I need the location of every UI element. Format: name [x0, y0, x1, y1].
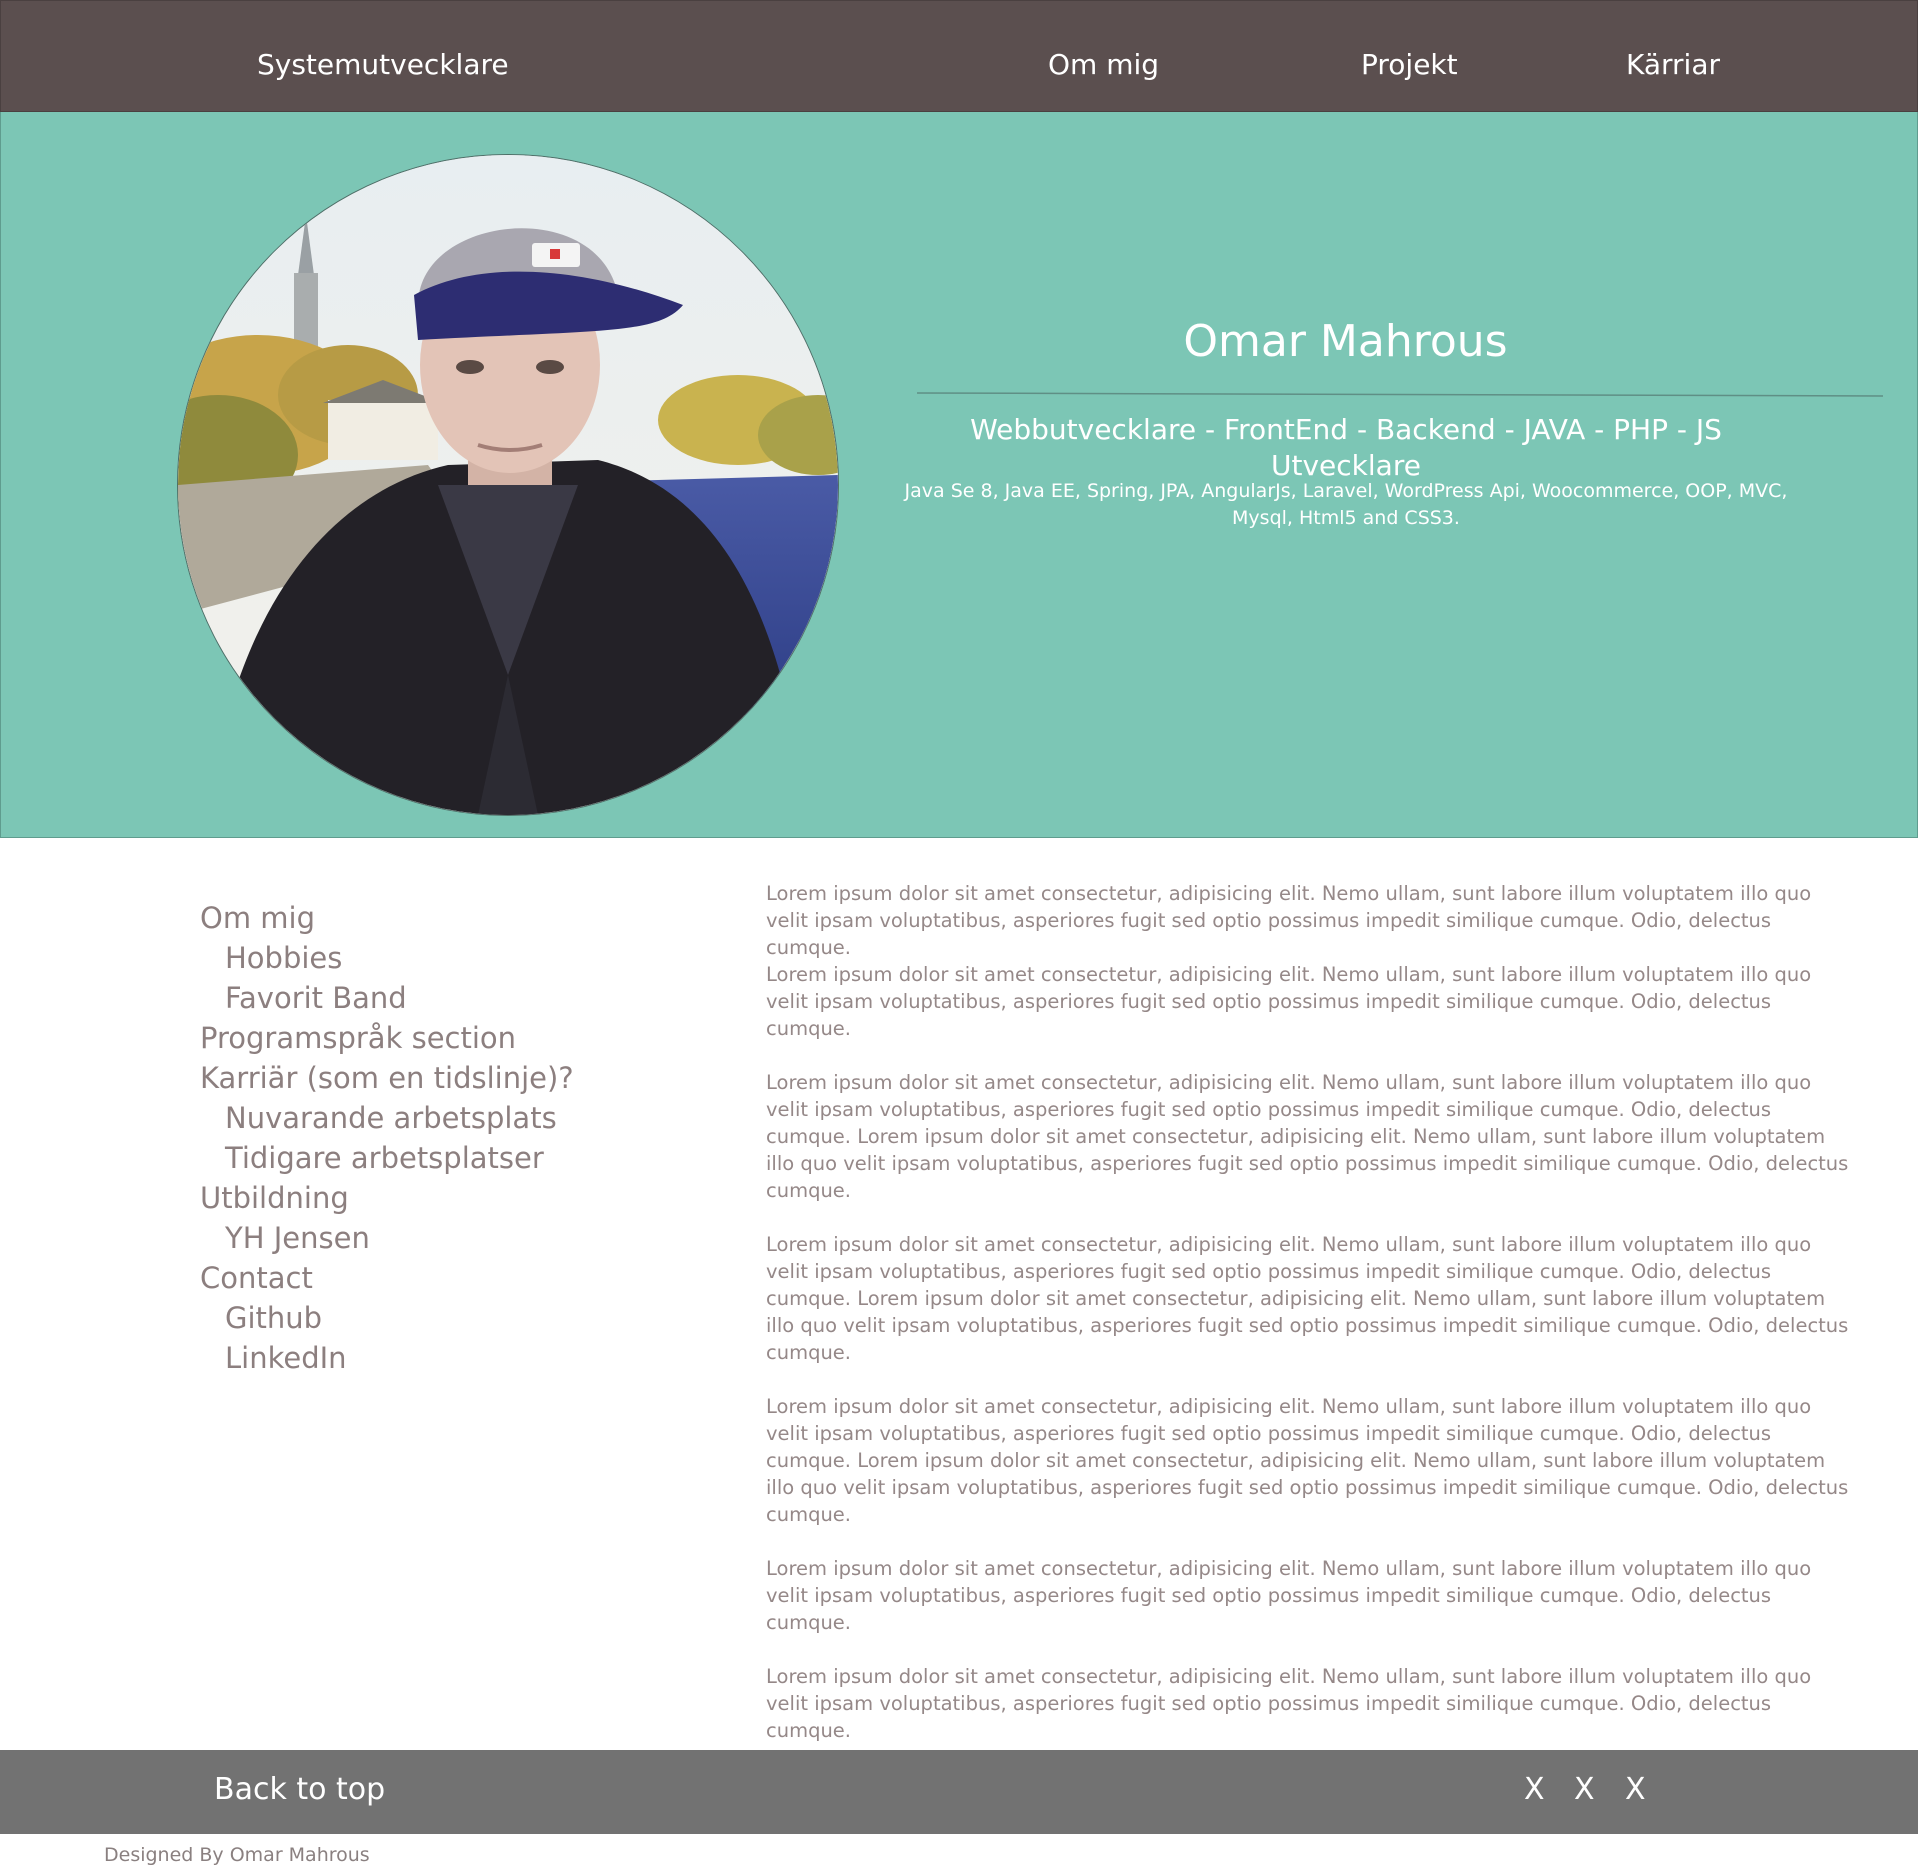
- content-paragraph: Lorem ipsum dolor sit amet consectetur, …: [766, 1557, 1812, 1634]
- sidebar-item-contact[interactable]: Contact: [200, 1258, 720, 1298]
- nav-link-om-mig[interactable]: Om mig: [1048, 47, 1159, 83]
- sidebar-item-om-mig[interactable]: Om mig: [200, 898, 720, 938]
- sidebar-item-linkedin[interactable]: LinkedIn: [200, 1338, 720, 1378]
- sidebar-item-github[interactable]: Github: [200, 1298, 720, 1338]
- social-link-3[interactable]: X: [1625, 1770, 1646, 1810]
- sidebar-item-utbildning[interactable]: Utbildning: [200, 1178, 720, 1218]
- content-paragraph: Lorem ipsum dolor sit amet consectetur, …: [766, 1233, 1849, 1364]
- hero-section: Omar Mahrous Webbutvecklare - FrontEnd -…: [0, 112, 1918, 838]
- hero-skills: Java Se 8, Java EE, Spring, JPA, Angular…: [904, 480, 1788, 529]
- sidebar-item-karriar[interactable]: Karriär (som en tidslinje)?: [200, 1058, 720, 1098]
- content-paragraph: Lorem ipsum dolor sit amet consectetur, …: [766, 882, 1812, 959]
- hero-roles: Webbutvecklare - FrontEnd - Backend - JA…: [970, 413, 1722, 482]
- content-paragraph: Lorem ipsum dolor sit amet consectetur, …: [766, 1395, 1849, 1526]
- content-paragraph: Lorem ipsum dolor sit amet consectetur, …: [766, 963, 1812, 1040]
- sidebar-item-programsprak[interactable]: Programspråk section: [200, 1018, 720, 1058]
- profile-photo: [177, 154, 839, 816]
- social-link-2[interactable]: X: [1574, 1770, 1595, 1810]
- social-link-1[interactable]: X: [1524, 1770, 1545, 1810]
- designer-credit: Designed By Omar Mahrous: [104, 1844, 370, 1866]
- sidebar-nav: Om mig Hobbies Favorit Band Programspråk…: [200, 898, 720, 1378]
- hero-divider: [917, 392, 1883, 397]
- footer-bar: Back to top X X X: [0, 1750, 1918, 1834]
- top-navbar: Systemutvecklare Om mig Projekt Kärriar: [0, 0, 1918, 112]
- back-to-top-link[interactable]: Back to top: [214, 1770, 385, 1810]
- sidebar-item-nuvarande-arbetsplats[interactable]: Nuvarande arbetsplats: [200, 1098, 720, 1138]
- nav-link-karriar[interactable]: Kärriar: [1626, 47, 1720, 83]
- hero-name: Omar Mahrous: [1183, 316, 1508, 367]
- content-paragraph: Lorem ipsum dolor sit amet consectetur, …: [766, 1665, 1812, 1742]
- sidebar-item-favorit-band[interactable]: Favorit Band: [200, 978, 720, 1018]
- brand-title[interactable]: Systemutvecklare: [257, 47, 509, 83]
- sidebar-item-yh-jensen[interactable]: YH Jensen: [200, 1218, 720, 1258]
- nav-link-projekt[interactable]: Projekt: [1361, 47, 1458, 83]
- main-content: Lorem ipsum dolor sit amet consectetur, …: [766, 880, 1856, 1771]
- sidebar-item-hobbies[interactable]: Hobbies: [200, 938, 720, 978]
- content-paragraph: Lorem ipsum dolor sit amet consectetur, …: [766, 1071, 1849, 1202]
- sidebar-item-tidigare-arbetsplatser[interactable]: Tidigare arbetsplatser: [200, 1138, 720, 1178]
